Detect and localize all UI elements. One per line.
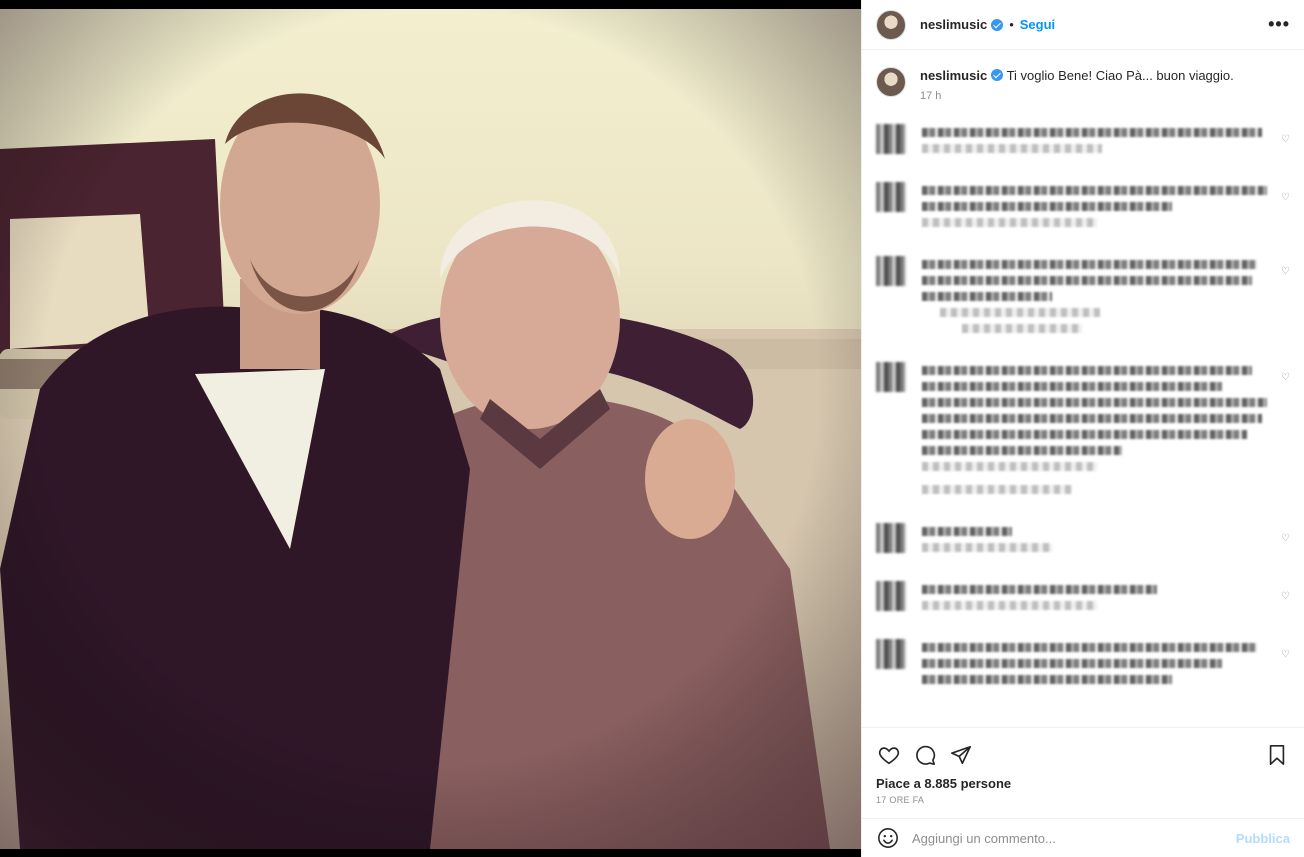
comment-text-blurred (922, 585, 1157, 594)
comment-replies-blurred[interactable] (962, 324, 1082, 333)
author-avatar[interactable] (876, 9, 906, 40)
comment-like-icon[interactable]: ♡ (1281, 372, 1290, 383)
more-icon[interactable]: ••• (1268, 14, 1290, 35)
bookmark-icon[interactable] (1264, 742, 1290, 768)
comment-item: ♡ (876, 256, 1290, 340)
comment-avatar[interactable] (876, 362, 906, 392)
comment-text-blurred (922, 276, 1252, 285)
comment-text-blurred (922, 659, 1222, 668)
photo-illustration (0, 9, 861, 849)
comment-meta-blurred (922, 218, 1097, 227)
add-comment-bar: Pubblica (862, 818, 1304, 857)
comment-item: ♡ (876, 639, 1290, 691)
post-age: 17 ORE FA (876, 795, 925, 805)
publish-button[interactable]: Pubblica (1236, 831, 1290, 846)
verified-icon (991, 69, 1004, 81)
like-count[interactable]: Piace a 8.885 persone (876, 776, 1290, 791)
share-icon[interactable] (948, 742, 974, 768)
comment-text-blurred (922, 366, 1252, 375)
comment-text-blurred (922, 414, 1262, 423)
comment-meta-blurred (922, 601, 1097, 610)
caption-username[interactable]: neslimusic (920, 68, 987, 83)
comment-item: ♡ (876, 362, 1290, 501)
emoji-icon[interactable] (876, 826, 900, 850)
verified-icon (991, 18, 1004, 31)
comments-list[interactable]: neslimusic Ti voglio Bene! Ciao Pà... bu… (862, 51, 1304, 727)
comment-like-icon[interactable]: ♡ (1281, 266, 1290, 277)
comment-icon[interactable] (912, 742, 938, 768)
comment-avatar[interactable] (876, 639, 906, 669)
comment-like-icon[interactable]: ♡ (1281, 649, 1290, 660)
comment-text-blurred (922, 446, 1122, 455)
comment-item: ♡ (876, 124, 1290, 160)
comment-text-blurred (922, 398, 1267, 407)
comment-text-blurred (922, 292, 1052, 301)
comment-text-blurred (922, 643, 1257, 652)
caption-text: Ti voglio Bene! Ciao Pà... buon viaggio. (1006, 68, 1234, 83)
comment-like-icon[interactable]: ♡ (1281, 192, 1290, 203)
comment-text-blurred (922, 382, 1222, 391)
comment-replies-blurred[interactable] (940, 308, 1100, 317)
comment-meta-blurred (922, 543, 1052, 552)
comment-avatar[interactable] (876, 581, 906, 611)
comment-text-blurred (922, 430, 1247, 439)
comment-item: ♡ (876, 182, 1290, 234)
caption-time: 17 h (920, 90, 942, 102)
post-photo[interactable] (0, 9, 861, 849)
author-username[interactable]: neslimusic (920, 17, 987, 32)
comment-replies-blurred[interactable] (922, 485, 1072, 494)
comment-meta-blurred (922, 144, 1102, 153)
post-side-panel: neslimusic • Segui ••• neslimusic Ti vog… (861, 0, 1304, 857)
comment-avatar[interactable] (876, 124, 906, 154)
comment-text-blurred (922, 128, 1262, 137)
post-caption: neslimusic Ti voglio Bene! Ciao Pà... bu… (876, 67, 1290, 102)
comment-text-blurred (922, 186, 1267, 195)
separator-dot: • (1009, 17, 1014, 32)
post-actions: Piace a 8.885 persone 17 ORE FA (862, 727, 1304, 805)
comment-like-icon[interactable]: ♡ (1281, 591, 1290, 602)
comment-text-blurred (922, 675, 1172, 684)
comment-like-icon[interactable]: ♡ (1281, 533, 1290, 544)
caption-avatar[interactable] (876, 67, 906, 97)
comment-item: ♡ (876, 523, 1290, 559)
comment-meta-blurred (922, 462, 1097, 471)
comment-avatar[interactable] (876, 523, 906, 553)
comment-text-blurred (922, 202, 1172, 211)
comment-like-icon[interactable]: ♡ (1281, 134, 1290, 145)
comment-item: ♡ (876, 581, 1290, 617)
comment-avatar[interactable] (876, 256, 906, 286)
comment-avatar[interactable] (876, 182, 906, 212)
comment-input[interactable] (912, 830, 1236, 846)
heart-icon[interactable] (876, 742, 902, 768)
comment-text-blurred (922, 260, 1257, 269)
post-header: neslimusic • Segui ••• (862, 0, 1304, 50)
follow-button[interactable]: Segui (1020, 17, 1055, 32)
comment-text-blurred (922, 527, 1012, 536)
